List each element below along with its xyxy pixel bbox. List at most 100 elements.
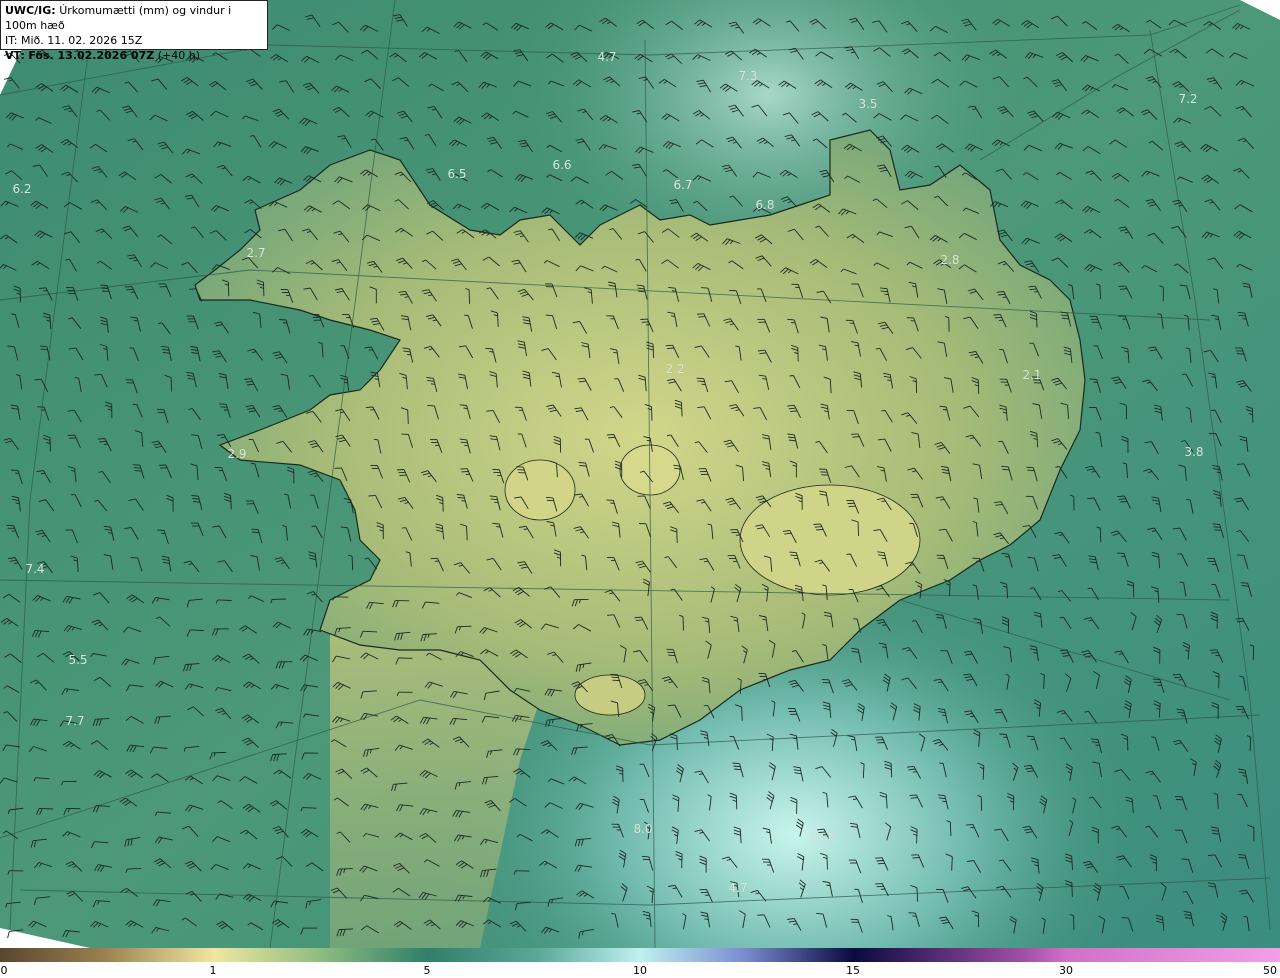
wind-barb-feather: [101, 287, 109, 289]
wind-barb: [95, 718, 110, 720]
wind-barb-feather: [1241, 585, 1249, 587]
wind-barb-feather: [606, 499, 614, 501]
wind-barb-feather: [1089, 378, 1097, 380]
wind-barb-feather: [642, 858, 650, 861]
map-title-box: UWC/IG: Úrkomumætti (mm) og vindur i 100…: [0, 0, 268, 62]
colorbar-tick: 15: [846, 964, 860, 977]
wind-barb-feather: [1214, 529, 1222, 531]
wind-barb-feather: [220, 406, 228, 408]
wind-barb-feather: [221, 436, 226, 439]
colorbar-tick: 0: [0, 964, 8, 977]
wind-barb-feather: [545, 496, 554, 499]
wind-barb-feather: [1001, 552, 1009, 555]
wind-barb: [1099, 528, 1102, 543]
wind-barb-feather: [7, 931, 10, 939]
wind-barb-feather: [94, 373, 102, 376]
wind-barb-feather: [1237, 463, 1245, 465]
wind-barb-feather: [279, 319, 287, 321]
wind-barb: [217, 599, 232, 601]
wind-barb: [302, 807, 317, 809]
wind-barb-feather: [611, 913, 616, 915]
value-label: 6.2: [12, 182, 32, 196]
wind-barb-feather: [545, 314, 553, 317]
value-label: 7.4: [25, 562, 45, 576]
wind-barb-feather: [701, 287, 709, 289]
wind-barb-feather: [251, 528, 259, 531]
wind-barb: [338, 868, 353, 870]
wind-barb-feather: [404, 296, 409, 298]
colorbar-tick: 10: [633, 964, 647, 977]
wind-barb-feather: [942, 800, 947, 803]
wind-barb-feather: [671, 290, 677, 292]
colorbar-tick: 1: [209, 964, 217, 977]
wind-barb-feather: [365, 406, 373, 409]
wind-barb-feather: [1216, 471, 1221, 474]
colorbar-tick: 50: [1263, 964, 1277, 977]
wind-barb-feather: [1213, 526, 1221, 528]
glacier-langjokull: [504, 459, 576, 521]
model-name: UWC/IG:: [5, 4, 56, 17]
wind-barb: [1036, 313, 1038, 328]
value-label: 6.6: [552, 158, 572, 172]
wind-barb: [826, 855, 828, 870]
wind-barb-feather: [251, 531, 260, 534]
wind-barb-feather: [908, 912, 916, 914]
wind-barb-feather: [813, 523, 821, 525]
wind-barb-feather: [994, 709, 1002, 711]
wind-barb-feather: [672, 887, 677, 890]
wind-barb: [457, 625, 472, 628]
wind-barb-feather: [1027, 556, 1035, 559]
wind-barb-feather: [347, 501, 352, 504]
wind-barb-feather: [875, 347, 880, 350]
wind-barb: [949, 821, 952, 837]
wind-barb-feather: [133, 319, 138, 322]
wind-barb: [651, 406, 653, 421]
valid-prefix: VT:: [5, 49, 25, 62]
wind-barb-feather: [399, 474, 407, 477]
wind-barb-feather: [667, 347, 675, 350]
wind-barb-feather: [1182, 373, 1187, 376]
value-label: 10.0: [808, 831, 836, 845]
wind-barb-feather: [1211, 652, 1219, 654]
wind-barb-feather: [668, 654, 676, 657]
wind-barb-feather: [132, 464, 140, 466]
wind-barb-feather: [912, 771, 917, 773]
wind-barb-feather: [884, 293, 889, 296]
value-label: 7.2: [1178, 92, 1198, 106]
valid-time: Fös. 13.02.2026 07Z: [28, 49, 155, 62]
initial-time: IT: Mið. 11. 02. 2026 15Z: [5, 34, 143, 47]
wind-barb-feather: [1212, 523, 1220, 525]
wind-barb-feather: [427, 404, 435, 407]
wind-barb-feather: [698, 316, 706, 318]
wind-barb-feather: [641, 855, 649, 858]
wind-barb: [1043, 674, 1045, 690]
wind-barb-feather: [730, 528, 738, 531]
wind-barb-feather: [762, 378, 767, 380]
title-line-1: UWC/IG: Úrkomumætti (mm) og vindur i 100…: [5, 3, 263, 33]
wind-barb-feather: [579, 465, 587, 467]
colorbar: 0 1 5 10 15 30 50: [0, 948, 1280, 978]
wind-barb-feather: [700, 891, 708, 894]
map-area: UWC/IG: Úrkomumætti (mm) og vindur i 100…: [0, 0, 1280, 948]
colorbar-scale: [0, 948, 1280, 962]
wind-barb-feather: [852, 436, 860, 438]
wind-barb: [741, 706, 743, 721]
value-label: 2.9: [227, 447, 247, 461]
wind-barb-feather: [406, 353, 411, 356]
wind-barb: [1126, 736, 1129, 751]
wind-barb: [951, 856, 953, 871]
wind-barb-feather: [635, 258, 640, 261]
wind-barb: [676, 735, 678, 750]
wind-barb-feather: [1120, 501, 1128, 503]
wind-barb-feather: [430, 383, 435, 385]
wind-barb-feather: [1236, 554, 1244, 556]
wind-barb-feather: [457, 497, 465, 499]
wind-barb-feather: [606, 434, 614, 436]
colorbar-tick: 30: [1059, 964, 1073, 977]
wind-barb-feather: [939, 762, 944, 764]
wind-barb: [189, 629, 204, 631]
wind-barb-feather: [40, 472, 46, 475]
wind-barb-feather: [665, 344, 673, 347]
wind-barb-feather: [814, 526, 822, 528]
wind-barb-feather: [911, 620, 917, 622]
